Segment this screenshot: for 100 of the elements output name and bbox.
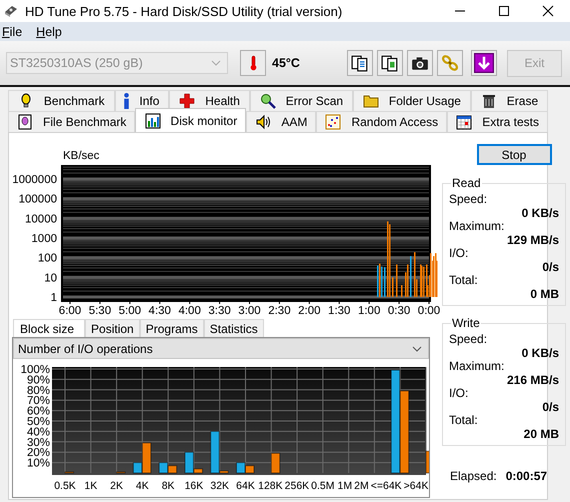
axis-label: 1M bbox=[338, 480, 352, 492]
toolbar-button[interactable] bbox=[347, 50, 373, 76]
axis-label: 1000000 bbox=[12, 174, 57, 186]
axis-label: >64K bbox=[404, 480, 428, 492]
axis-label: 2:30 bbox=[268, 305, 291, 317]
axis-label: 16K bbox=[184, 480, 204, 492]
chain-icon bbox=[441, 54, 459, 72]
tab[interactable]: Disk monitor bbox=[135, 108, 246, 133]
axis-label: 1:30 bbox=[328, 305, 350, 317]
tab[interactable]: Statistics bbox=[204, 319, 264, 337]
bar bbox=[168, 465, 178, 474]
menu-item[interactable]: Help bbox=[36, 24, 62, 38]
info-icon bbox=[124, 93, 130, 109]
tab[interactable]: Random Access bbox=[316, 111, 448, 132]
maximize-icon[interactable] bbox=[496, 3, 512, 19]
axis-label: 100 bbox=[38, 252, 57, 265]
stat-value: 129 MB/s bbox=[506, 233, 559, 247]
temperature-value: 45°C bbox=[272, 56, 301, 70]
axis-label: 256K bbox=[284, 480, 310, 492]
axis-label: 10% bbox=[26, 458, 50, 470]
stat-value: 20 MB bbox=[522, 427, 559, 441]
tab[interactable]: Benchmark bbox=[8, 90, 115, 111]
stat-label: I/O: bbox=[449, 387, 470, 400]
bar bbox=[158, 462, 168, 474]
cross-icon bbox=[179, 93, 196, 109]
axis-label: 10000 bbox=[25, 213, 57, 226]
tab[interactable]: Block size bbox=[13, 319, 86, 337]
tab[interactable]: Extra tests bbox=[447, 111, 548, 132]
calendar-icon bbox=[456, 114, 472, 130]
stat-label: Maximum: bbox=[449, 360, 506, 373]
axis-label: 4K bbox=[136, 480, 149, 492]
stat-value: 0 KB/s bbox=[520, 346, 559, 360]
stat-value: 0 KB/s bbox=[520, 206, 559, 220]
axis-label: <=64K bbox=[370, 480, 402, 492]
axis-label: 90% bbox=[26, 374, 50, 386]
tab[interactable]: Programs bbox=[140, 319, 204, 337]
axis-label: 40% bbox=[26, 426, 50, 438]
window-title: HD Tune Pro 5.75 - Hard Disk/SSD Utility (trial version) bbox=[25, 4, 342, 18]
tab[interactable]: File Benchmark bbox=[8, 111, 136, 132]
magnifier-icon bbox=[260, 93, 276, 109]
axis-label: 1 bbox=[50, 292, 57, 304]
axis-label: 50% bbox=[26, 416, 50, 428]
axis-label: 0.5M bbox=[311, 480, 335, 492]
axis-label: 0.5K bbox=[54, 480, 76, 492]
axis-label: 20% bbox=[26, 447, 50, 460]
stat-label: Total: bbox=[449, 274, 479, 287]
tab[interactable]: Folder Usage bbox=[353, 90, 471, 111]
axis-label: 80% bbox=[26, 384, 50, 397]
folder-icon bbox=[362, 93, 379, 109]
axis-label: 3:00 bbox=[238, 305, 261, 317]
bar bbox=[116, 471, 126, 474]
axis-label: 3:30 bbox=[208, 305, 231, 317]
axis-label: 10 bbox=[44, 272, 57, 284]
close-icon[interactable] bbox=[540, 3, 556, 19]
mode-dropdown[interactable]: Number of I/O operations bbox=[13, 338, 429, 359]
stop-button[interactable]: Stop bbox=[476, 144, 552, 165]
tab[interactable]: Position bbox=[85, 319, 140, 337]
axis-label: 100000 bbox=[18, 194, 57, 206]
axis-label: 2:00 bbox=[298, 305, 321, 317]
stat-label: Speed: bbox=[449, 333, 488, 346]
bar bbox=[245, 465, 254, 474]
axis-label: 8K bbox=[162, 480, 175, 492]
axis-label: 30% bbox=[26, 436, 50, 449]
bar-chart-icon bbox=[144, 113, 161, 129]
tab[interactable]: Error Scan bbox=[250, 90, 354, 111]
bar bbox=[236, 462, 246, 474]
stat-label: I/O: bbox=[449, 247, 470, 260]
elapsed-value: 0:00:57 bbox=[506, 469, 548, 483]
stat-value: 0/s bbox=[541, 260, 559, 274]
toolbar-button[interactable] bbox=[471, 50, 497, 76]
toolbar-button[interactable] bbox=[377, 50, 403, 76]
axis-unit: KB/sec bbox=[63, 150, 100, 162]
axis-label: 128K bbox=[258, 480, 283, 492]
axis-label: 70% bbox=[26, 395, 50, 408]
documents-icon bbox=[351, 54, 369, 72]
axis-label: 100% bbox=[20, 364, 50, 376]
stat-value: 0 MB bbox=[529, 287, 559, 301]
bar bbox=[270, 452, 280, 474]
documents-icon bbox=[381, 54, 399, 72]
scatter-icon bbox=[325, 114, 342, 130]
file-icon bbox=[17, 114, 34, 130]
tab[interactable]: Erase bbox=[470, 90, 548, 111]
axis-label: 5:30 bbox=[88, 305, 112, 317]
bar bbox=[64, 471, 74, 474]
axis-label: 1:00 bbox=[358, 305, 380, 317]
axis-label: 2K bbox=[110, 480, 123, 492]
toolbar-button[interactable] bbox=[407, 50, 433, 76]
menu-item[interactable]: File bbox=[2, 24, 22, 38]
stat-label: Total: bbox=[449, 414, 479, 427]
axis-label: 60% bbox=[26, 406, 50, 418]
elapsed-label: Elapsed: bbox=[450, 469, 497, 483]
group-title: Read bbox=[451, 176, 482, 190]
trash-icon bbox=[480, 93, 497, 109]
disk-icon bbox=[3, 3, 19, 19]
tab[interactable]: AAM bbox=[246, 111, 316, 132]
axis-label: 4:30 bbox=[148, 305, 171, 317]
stat-value: 0/s bbox=[541, 400, 559, 414]
temperature-button[interactable] bbox=[240, 50, 266, 76]
group-title: Write bbox=[451, 316, 481, 330]
stat-label: Speed: bbox=[449, 193, 488, 206]
